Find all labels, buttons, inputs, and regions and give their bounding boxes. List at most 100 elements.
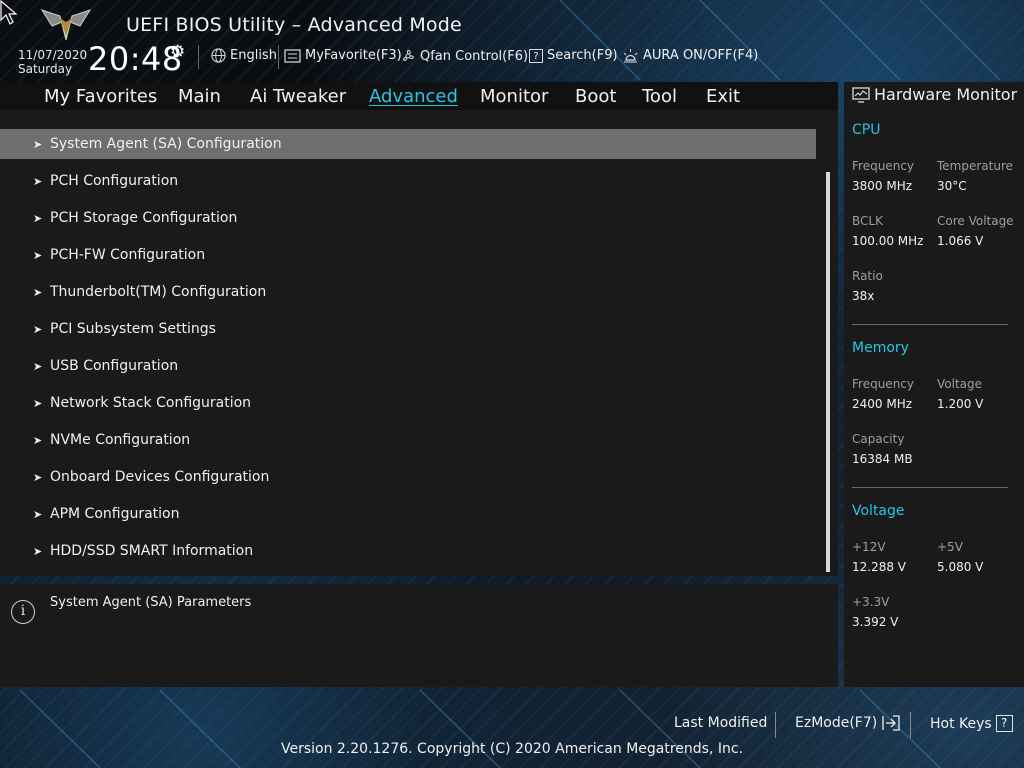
menu-item-nvme[interactable]: ➤ NVMe Configuration [0, 425, 816, 455]
memory-voltage-label: Voltage [937, 377, 983, 391]
tab-tool[interactable]: Tool [642, 86, 677, 107]
menu-item-label: APM Configuration [50, 506, 180, 522]
ezmode-button[interactable]: EzMode(F7) [795, 715, 901, 731]
memory-frequency-label: Frequency [852, 377, 914, 391]
menu-item-label: NVMe Configuration [50, 432, 191, 448]
bclk-value: 100.00 MHz [852, 234, 924, 248]
memory-capacity-label: Capacity [852, 432, 905, 446]
menu-item-label: Onboard Devices Configuration [50, 469, 270, 485]
main-menu-tabs: My Favorites Main Ai Tweaker Advanced Mo… [0, 82, 838, 110]
tab-my-favorites[interactable]: My Favorites [44, 86, 157, 107]
search-label: Search(F9) [547, 48, 618, 63]
menu-item-label: HDD/SSD SMART Information [50, 543, 254, 559]
language-button[interactable]: English [211, 48, 277, 63]
v12-label: +12V [852, 540, 886, 554]
hardware-monitor-title: Hardware Monitor [852, 85, 1017, 104]
tab-boot[interactable]: Boot [575, 86, 616, 107]
app-title: UEFI BIOS Utility – Advanced Mode [126, 14, 462, 36]
menu-item-network-stack[interactable]: ➤ Network Stack Configuration [0, 388, 816, 418]
menu-scrollbar[interactable] [826, 172, 830, 572]
day-text: Saturday [18, 62, 73, 76]
submenu-arrow-icon: ➤ [33, 174, 43, 188]
menu-item-pch-storage[interactable]: ➤ PCH Storage Configuration [0, 203, 816, 233]
submenu-arrow-icon: ➤ [33, 285, 43, 299]
mouse-cursor [0, 0, 18, 25]
cpu-frequency-label: Frequency [852, 159, 914, 173]
menu-item-label: System Agent (SA) Configuration [50, 136, 282, 152]
v33-label: +3.3V [852, 595, 890, 609]
tab-advanced[interactable]: Advanced [369, 86, 458, 107]
footer-separator [775, 712, 776, 738]
header-separator [278, 45, 279, 69]
menu-item-pci-subsystem[interactable]: ➤ PCI Subsystem Settings [0, 314, 816, 344]
memory-voltage-value: 1.200 V [937, 397, 984, 411]
search-button[interactable]: ? Search(F9) [529, 48, 618, 63]
v5-value: 5.080 V [937, 560, 984, 574]
last-modified-button[interactable]: Last Modified [674, 715, 767, 731]
section-divider [852, 487, 1008, 488]
menu-item-apm[interactable]: ➤ APM Configuration [0, 499, 816, 529]
menu-item-hdd-smart[interactable]: ➤ HDD/SSD SMART Information [0, 536, 816, 566]
globe-icon [211, 48, 226, 63]
cpu-heading: CPU [852, 122, 881, 138]
tab-monitor[interactable]: Monitor [480, 86, 548, 107]
fan-icon [403, 49, 414, 61]
hardware-monitor-panel: Hardware Monitor CPU Frequency Temperatu… [844, 82, 1024, 687]
ratio-label: Ratio [852, 269, 883, 283]
clock-settings-gear-icon[interactable]: ⚙ [170, 42, 185, 62]
footer-separator [910, 712, 911, 738]
help-text: System Agent (SA) Parameters [50, 595, 252, 610]
menu-item-label: PCH Storage Configuration [50, 210, 238, 226]
myfavorite-button[interactable]: MyFavorite(F3) [284, 48, 402, 63]
aura-light-icon [623, 49, 638, 63]
date-display: 11/07/2020 Saturday [18, 48, 87, 76]
voltage-heading: Voltage [852, 503, 905, 519]
menu-item-label: PCH Configuration [50, 173, 179, 189]
clock: 20:48 [88, 40, 183, 78]
help-description-panel: i System Agent (SA) Parameters [0, 584, 838, 687]
menu-item-pch-fw[interactable]: ➤ PCH-FW Configuration [0, 240, 816, 270]
tab-exit[interactable]: Exit [706, 86, 740, 107]
memory-heading: Memory [852, 340, 909, 356]
hot-keys-button[interactable]: Hot Keys ? [930, 715, 1013, 732]
exit-arrow-icon [882, 715, 900, 731]
submenu-arrow-icon: ➤ [33, 322, 43, 336]
v5-label: +5V [937, 540, 963, 554]
submenu-arrow-icon: ➤ [33, 433, 43, 447]
hardware-monitor-label: Hardware Monitor [874, 85, 1018, 104]
help-search-icon: ? [529, 48, 543, 63]
submenu-arrow-icon: ➤ [33, 544, 43, 558]
v33-value: 3.392 V [852, 615, 899, 629]
footer: Last Modified EzMode(F7) Hot Keys ? Vers… [0, 700, 1024, 768]
date-text: 11/07/2020 [18, 48, 88, 62]
aura-toggle-button[interactable]: AURA ON/OFF(F4) [622, 48, 758, 63]
core-voltage-label: Core Voltage [937, 214, 1014, 228]
menu-item-label: PCI Subsystem Settings [50, 321, 216, 337]
menu-item-usb[interactable]: ➤ USB Configuration [0, 351, 816, 381]
language-label: English [230, 48, 277, 63]
advanced-menu-list: ➤ System Agent (SA) Configuration ➤ PCH … [0, 110, 838, 576]
tab-main[interactable]: Main [178, 86, 221, 107]
section-divider [852, 324, 1008, 325]
menu-item-pch[interactable]: ➤ PCH Configuration [0, 166, 816, 196]
submenu-arrow-icon: ➤ [33, 470, 43, 484]
submenu-arrow-icon: ➤ [33, 211, 43, 225]
v12-value: 12.288 V [852, 560, 907, 574]
submenu-arrow-icon: ➤ [33, 137, 43, 151]
memory-capacity-value: 16384 MB [852, 452, 913, 466]
qfan-control-button[interactable]: Qfan Control(F6) [400, 48, 528, 64]
hot-keys-label: Hot Keys [930, 715, 992, 732]
menu-item-label: Thunderbolt(TM) Configuration [50, 284, 267, 300]
submenu-arrow-icon: ➤ [33, 248, 43, 262]
tab-ai-tweaker[interactable]: Ai Tweaker [250, 86, 346, 107]
help-key-icon: ? [995, 715, 1013, 732]
menu-item-system-agent[interactable]: ➤ System Agent (SA) Configuration [0, 129, 816, 159]
core-voltage-value: 1.066 V [937, 234, 984, 248]
submenu-arrow-icon: ➤ [33, 359, 43, 373]
favorite-list-icon [284, 48, 301, 63]
monitor-icon [852, 86, 870, 103]
menu-item-thunderbolt[interactable]: ➤ Thunderbolt(TM) Configuration [0, 277, 816, 307]
header: UEFI BIOS Utility – Advanced Mode 11/07/… [0, 0, 1024, 82]
menu-item-onboard-devices[interactable]: ➤ Onboard Devices Configuration [0, 462, 816, 492]
tuf-logo [40, 9, 92, 41]
